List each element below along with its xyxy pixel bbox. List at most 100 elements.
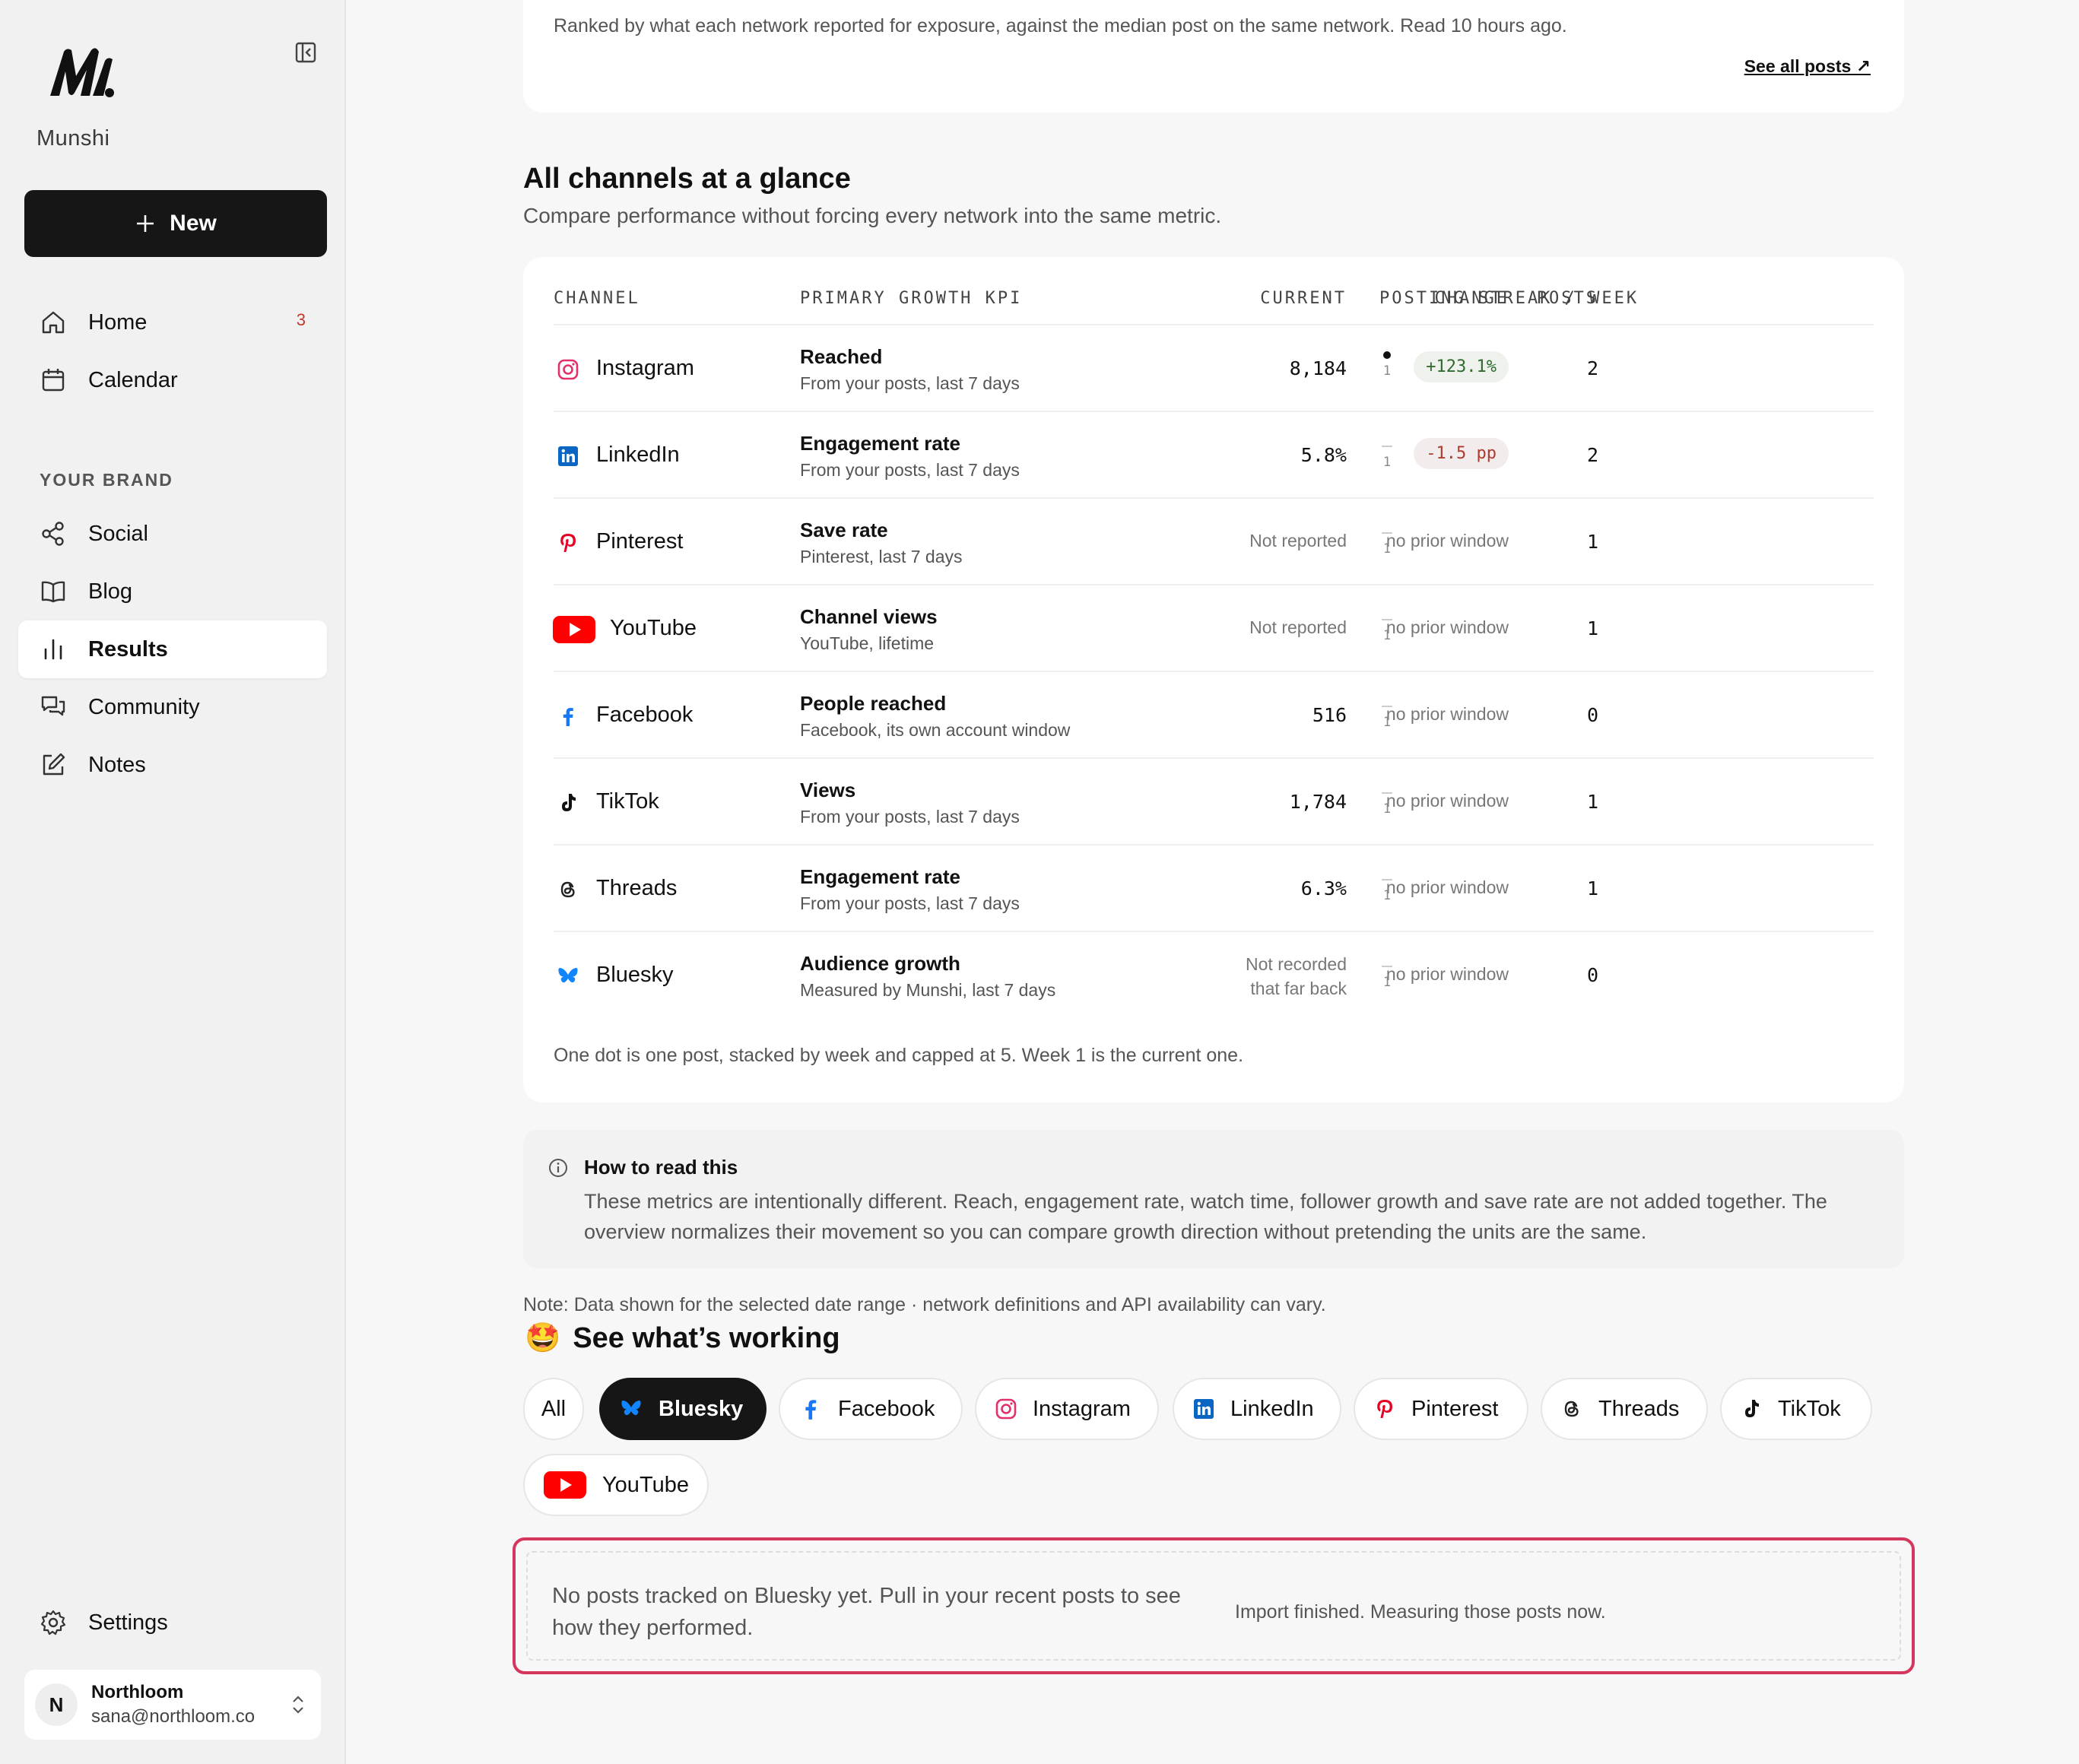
table-row[interactable]: TikTok Views From your posts, last 7 days… bbox=[554, 757, 1874, 844]
filter-chip-all[interactable]: All bbox=[523, 1378, 584, 1440]
streak-empty bbox=[1382, 619, 1392, 620]
glance-subtitle: Compare performance without forcing ever… bbox=[523, 204, 1222, 227]
table-row[interactable]: Facebook People reached Facebook, its own… bbox=[554, 671, 1874, 757]
data-note: Note: Data shown for the selected date r… bbox=[523, 1294, 1326, 1315]
sidebar-item-social[interactable]: Social bbox=[18, 505, 327, 563]
chip-label: Facebook bbox=[838, 1396, 935, 1421]
channel-name: LinkedIn bbox=[596, 443, 680, 467]
chip-label: Pinterest bbox=[1411, 1396, 1499, 1421]
see-whats-working-title: 🤩 See what’s working bbox=[525, 1321, 840, 1355]
filter-chip-youtube[interactable]: YouTube bbox=[523, 1454, 709, 1516]
table-row[interactable]: LinkedIn Engagement rate From your posts,… bbox=[554, 411, 1874, 497]
sidebar-item-results[interactable]: Results bbox=[18, 620, 327, 678]
share-icon bbox=[42, 522, 64, 546]
filter-chip-pinterest[interactable]: Pinterest bbox=[1354, 1378, 1528, 1440]
posting-streak: 1 bbox=[1379, 443, 1395, 470]
posts-count: 1 bbox=[1586, 617, 1598, 639]
posts-count: 0 bbox=[1586, 704, 1598, 726]
empty-state-message: No posts tracked on Bluesky yet. Pull in… bbox=[552, 1584, 1181, 1640]
notification-badge: 3 bbox=[296, 310, 306, 329]
filter-chip-facebook[interactable]: Facebook bbox=[779, 1378, 963, 1440]
collapse-sidebar-button[interactable] bbox=[291, 40, 320, 65]
streak-week: 1 bbox=[1382, 628, 1392, 643]
star-struck-emoji: 🤩 bbox=[525, 1322, 561, 1354]
chip-label: LinkedIn bbox=[1230, 1396, 1314, 1421]
sidebar-item-label: Notes bbox=[88, 752, 146, 777]
home-icon bbox=[42, 311, 65, 334]
see-all-posts-link[interactable]: See all posts ↗ bbox=[1744, 56, 1871, 77]
kpi-subtitle: Measured by Munshi, last 7 days bbox=[800, 980, 1056, 1000]
import-status: Import finished. Measuring those posts n… bbox=[1235, 1601, 1606, 1623]
table-row[interactable]: Threads Engagement rate From your posts, … bbox=[554, 844, 1874, 931]
filter-chip-linkedin[interactable]: LinkedIn bbox=[1173, 1378, 1341, 1440]
new-button[interactable]: New bbox=[24, 190, 327, 257]
current-value-line: Not recorded bbox=[1246, 954, 1347, 974]
filter-chip-bluesky[interactable]: Bluesky bbox=[599, 1378, 767, 1440]
posts-count: 1 bbox=[1586, 791, 1598, 813]
bluesky-icon bbox=[621, 1401, 641, 1416]
kpi-subtitle: From your posts, last 7 days bbox=[800, 893, 1020, 913]
streak-week: 1 bbox=[1382, 715, 1392, 730]
pinterest-icon bbox=[1377, 1400, 1392, 1418]
kpi-subtitle: From your posts, last 7 days bbox=[800, 460, 1020, 480]
channel-name: Instagram bbox=[596, 356, 694, 380]
account-name: Northloom bbox=[91, 1682, 184, 1702]
posting-streak: 1 bbox=[1379, 529, 1395, 557]
channel-name: YouTube bbox=[610, 616, 697, 640]
change-value: no prior window bbox=[1385, 704, 1509, 724]
current-value: 5.8% bbox=[1300, 444, 1347, 466]
kpi-subtitle: YouTube, lifetime bbox=[800, 633, 935, 653]
munshi-logo[interactable] bbox=[47, 46, 116, 99]
change-value: no prior window bbox=[1385, 617, 1509, 637]
filter-chip-threads[interactable]: Threads bbox=[1541, 1378, 1708, 1440]
tiktok-icon bbox=[1745, 1400, 1759, 1417]
table-row[interactable]: Instagram Reached From your posts, last 7… bbox=[554, 324, 1874, 411]
table-row[interactable]: Pinterest Save rate Pinterest, last 7 day… bbox=[554, 497, 1874, 584]
kpi-subtitle: Facebook, its own account window bbox=[800, 720, 1071, 740]
change-badge: +123.1% bbox=[1414, 351, 1509, 382]
channel-name: Threads bbox=[596, 876, 678, 900]
edit-icon bbox=[43, 753, 65, 776]
table-row[interactable]: YouTube Channel views YouTube, lifetime N… bbox=[552, 584, 1874, 671]
linkedin-icon bbox=[554, 443, 582, 470]
sidebar: Munshi New Home 3 Calendar YOUR BRAND So… bbox=[0, 0, 346, 1764]
sidebar-item-notes[interactable]: Notes bbox=[18, 736, 327, 794]
streak-week: 1 bbox=[1382, 801, 1392, 817]
sidebar-item-settings[interactable]: Settings bbox=[18, 1594, 327, 1651]
brand-name: Munshi bbox=[37, 126, 110, 151]
posts-count: 2 bbox=[1586, 444, 1598, 466]
table-row[interactable]: Bluesky Audience growth Measured by Munsh… bbox=[554, 931, 1874, 1017]
posts-count: 0 bbox=[1586, 964, 1598, 986]
sidebar-item-label: Social bbox=[88, 521, 148, 546]
kpi-title: Audience growth bbox=[800, 952, 960, 975]
filter-chip-instagram[interactable]: Instagram bbox=[975, 1378, 1159, 1440]
linkedin-icon bbox=[1194, 1399, 1214, 1419]
instagram-icon bbox=[554, 356, 582, 383]
sidebar-item-community[interactable]: Community bbox=[18, 678, 327, 736]
streak-dot bbox=[1383, 351, 1391, 359]
instagram-icon bbox=[995, 1398, 1017, 1420]
kpi-title: People reached bbox=[800, 692, 947, 715]
how-to-read-panel: How to read this These metrics are inten… bbox=[523, 1130, 1904, 1268]
account-switcher[interactable]: N Northloom sana@northloom.co bbox=[24, 1670, 321, 1740]
kpi-subtitle: Pinterest, last 7 days bbox=[800, 547, 963, 566]
how-to-read-title: How to read this bbox=[584, 1156, 738, 1179]
sidebar-item-blog[interactable]: Blog bbox=[18, 563, 327, 620]
empty-state-highlight: No posts tracked on Bluesky yet. Pull in… bbox=[513, 1537, 1915, 1674]
current-value: 6.3% bbox=[1300, 877, 1347, 899]
filter-chip-tiktok[interactable]: TikTok bbox=[1720, 1378, 1872, 1440]
channel-name: TikTok bbox=[596, 789, 659, 814]
current-value: Not reported bbox=[1249, 617, 1347, 637]
streak-week: 1 bbox=[1382, 541, 1392, 557]
bluesky-icon bbox=[554, 963, 582, 990]
new-button-label: New bbox=[170, 211, 217, 236]
posting-streak: 1 bbox=[1379, 351, 1395, 379]
sidebar-item-calendar[interactable]: Calendar bbox=[18, 351, 327, 409]
kpi-title: Engagement rate bbox=[800, 432, 960, 455]
kpi-title: Engagement rate bbox=[800, 865, 960, 888]
youtube-icon bbox=[552, 616, 596, 643]
sidebar-item-home[interactable]: Home 3 bbox=[18, 293, 327, 351]
table-footnote: One dot is one post, stacked by week and… bbox=[554, 1045, 1244, 1066]
current-value: 8,184 bbox=[1289, 357, 1347, 379]
pinterest-icon bbox=[554, 529, 582, 557]
